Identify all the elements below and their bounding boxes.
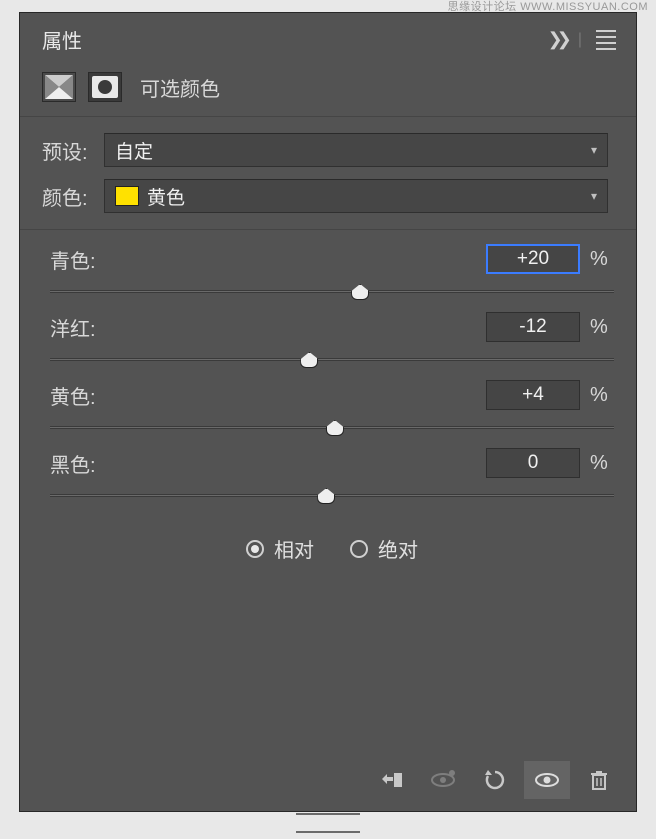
clip-to-layer-button[interactable] [368, 761, 414, 799]
header-actions: ❯❯ | [548, 28, 618, 52]
color-row: 颜色: 黄色 ▾ [42, 179, 608, 213]
view-previous-button[interactable] [420, 761, 466, 799]
mask-icon[interactable] [88, 72, 122, 102]
percent-symbol: % [590, 452, 614, 475]
color-swatch [115, 186, 139, 206]
cyan-label: 青色: [50, 245, 96, 274]
selective-color-icon[interactable] [42, 72, 76, 102]
black-label: 黑色: [50, 449, 96, 478]
controls-section: 预设: 自定 ▾ 颜色: 黄色 ▾ [20, 117, 636, 230]
magenta-row: 洋红: % [50, 312, 614, 342]
slider-thumb[interactable] [351, 284, 369, 300]
properties-panel: 属性 ❯❯ | 可选颜色 预设: 自定 ▾ 颜色: 黄色 ▾ [19, 12, 637, 812]
mode-absolute[interactable]: 绝对 [350, 534, 418, 563]
sliders-section: 青色: % 洋红: % 黄色: % [20, 230, 636, 583]
cyan-slider[interactable] [50, 282, 614, 302]
yellow-row: 黄色: % [50, 380, 614, 410]
cyan-row: 青色: % [50, 244, 614, 274]
magenta-slider[interactable] [50, 350, 614, 370]
preset-select[interactable]: 自定 ▾ [104, 133, 608, 167]
black-slider[interactable] [50, 486, 614, 506]
radio-icon [350, 540, 368, 558]
preset-row: 预设: 自定 ▾ [42, 133, 608, 167]
color-label: 颜色: [42, 182, 104, 211]
color-select[interactable]: 黄色 ▾ [104, 179, 608, 213]
yellow-input[interactable] [486, 380, 580, 410]
visibility-button[interactable] [524, 761, 570, 799]
panel-header: 属性 ❯❯ | [20, 13, 636, 62]
radio-icon [246, 540, 264, 558]
slider-thumb[interactable] [317, 488, 335, 504]
delete-button[interactable] [576, 761, 622, 799]
magenta-label: 洋红: [50, 313, 96, 342]
percent-symbol: % [590, 316, 614, 339]
mode-relative-label: 相对 [274, 534, 314, 563]
adjustment-header: 可选颜色 [20, 62, 636, 117]
slider-thumb[interactable] [326, 420, 344, 436]
panel-footer [20, 761, 636, 799]
black-input[interactable] [486, 448, 580, 478]
mode-radio-group: 相对 绝对 [50, 510, 614, 573]
chevron-down-icon: ▾ [591, 143, 597, 157]
yellow-slider[interactable] [50, 418, 614, 438]
reset-button[interactable] [472, 761, 518, 799]
percent-symbol: % [590, 248, 614, 271]
panel-menu-icon[interactable] [594, 28, 618, 52]
chevron-down-icon: ▾ [591, 189, 597, 203]
mode-absolute-label: 绝对 [378, 534, 418, 563]
color-value: 黄色 [147, 183, 185, 210]
yellow-label: 黄色: [50, 381, 96, 410]
separator: | [578, 31, 582, 49]
preset-value: 自定 [115, 137, 153, 164]
magenta-input[interactable] [486, 312, 580, 342]
resize-grip[interactable] [296, 803, 360, 809]
collapse-icon[interactable]: ❯❯ [548, 29, 566, 50]
panel-title: 属性 [42, 25, 82, 54]
mode-relative[interactable]: 相对 [246, 534, 314, 563]
slider-thumb[interactable] [300, 352, 318, 368]
cyan-input[interactable] [486, 244, 580, 274]
percent-symbol: % [590, 384, 614, 407]
preset-label: 预设: [42, 136, 104, 165]
adjustment-name: 可选颜色 [140, 73, 220, 102]
black-row: 黑色: % [50, 448, 614, 478]
